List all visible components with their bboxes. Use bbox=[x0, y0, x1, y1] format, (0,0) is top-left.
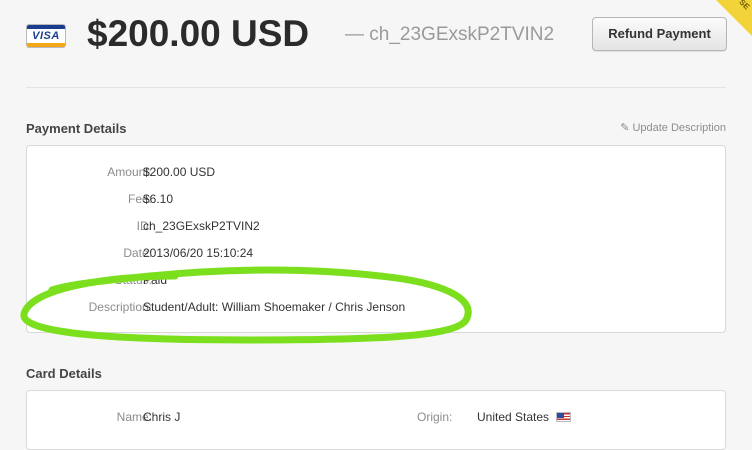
card-details-panel: Name: Chris J Origin: United States bbox=[26, 390, 726, 450]
refund-payment-button[interactable]: Refund Payment bbox=[592, 17, 727, 51]
origin-value-group: United States bbox=[477, 410, 572, 424]
detail-row-description: Description: Student/Adult: William Shoe… bbox=[27, 300, 725, 316]
amount-value: $200.00 USD bbox=[143, 165, 216, 179]
payment-details-title: Payment Details bbox=[26, 121, 127, 136]
detail-row-id: ID: ch_23GExskP2TVIN2 bbox=[27, 219, 725, 235]
card-details-title: Card Details bbox=[26, 366, 102, 381]
origin-label: Origin: bbox=[417, 410, 453, 424]
date-value: 2013/06/20 15:10:24 bbox=[143, 246, 254, 260]
payment-details-panel: Amount: $200.00 USD Fee: $6.10 ID: ch_23… bbox=[26, 145, 726, 333]
pencil-icon: ✎ bbox=[620, 122, 630, 134]
detail-row-date: Date: 2013/06/20 15:10:24 bbox=[27, 246, 725, 262]
update-description-label: Update Description bbox=[632, 122, 726, 134]
detail-row-fee: Fee: $6.10 bbox=[27, 192, 725, 208]
fee-value: $6.10 bbox=[143, 192, 174, 206]
id-value: ch_23GExskP2TVIN2 bbox=[143, 219, 260, 233]
origin-value: United States bbox=[477, 410, 550, 424]
card-row-name-origin: Name: Chris J Origin: United States bbox=[27, 410, 725, 426]
name-value: Chris J bbox=[143, 410, 181, 424]
header-divider bbox=[26, 87, 726, 88]
detail-row-status: Status: Paid bbox=[27, 273, 725, 289]
charge-id-subtitle: — ch_23GExskP2TVIN2 bbox=[345, 24, 555, 45]
card-brand-label: VISA bbox=[32, 30, 60, 42]
detail-row-amount: Amount: $200.00 USD bbox=[27, 165, 725, 181]
payment-amount-title: $200.00 USD bbox=[87, 13, 310, 54]
us-flag-icon bbox=[556, 412, 572, 422]
description-value: Student/Adult: William Shoemaker / Chris… bbox=[143, 300, 406, 314]
status-value: Paid bbox=[143, 273, 168, 287]
update-description-link[interactable]: ✎ Update Description bbox=[620, 121, 726, 134]
visa-card-icon: VISA bbox=[26, 24, 66, 48]
